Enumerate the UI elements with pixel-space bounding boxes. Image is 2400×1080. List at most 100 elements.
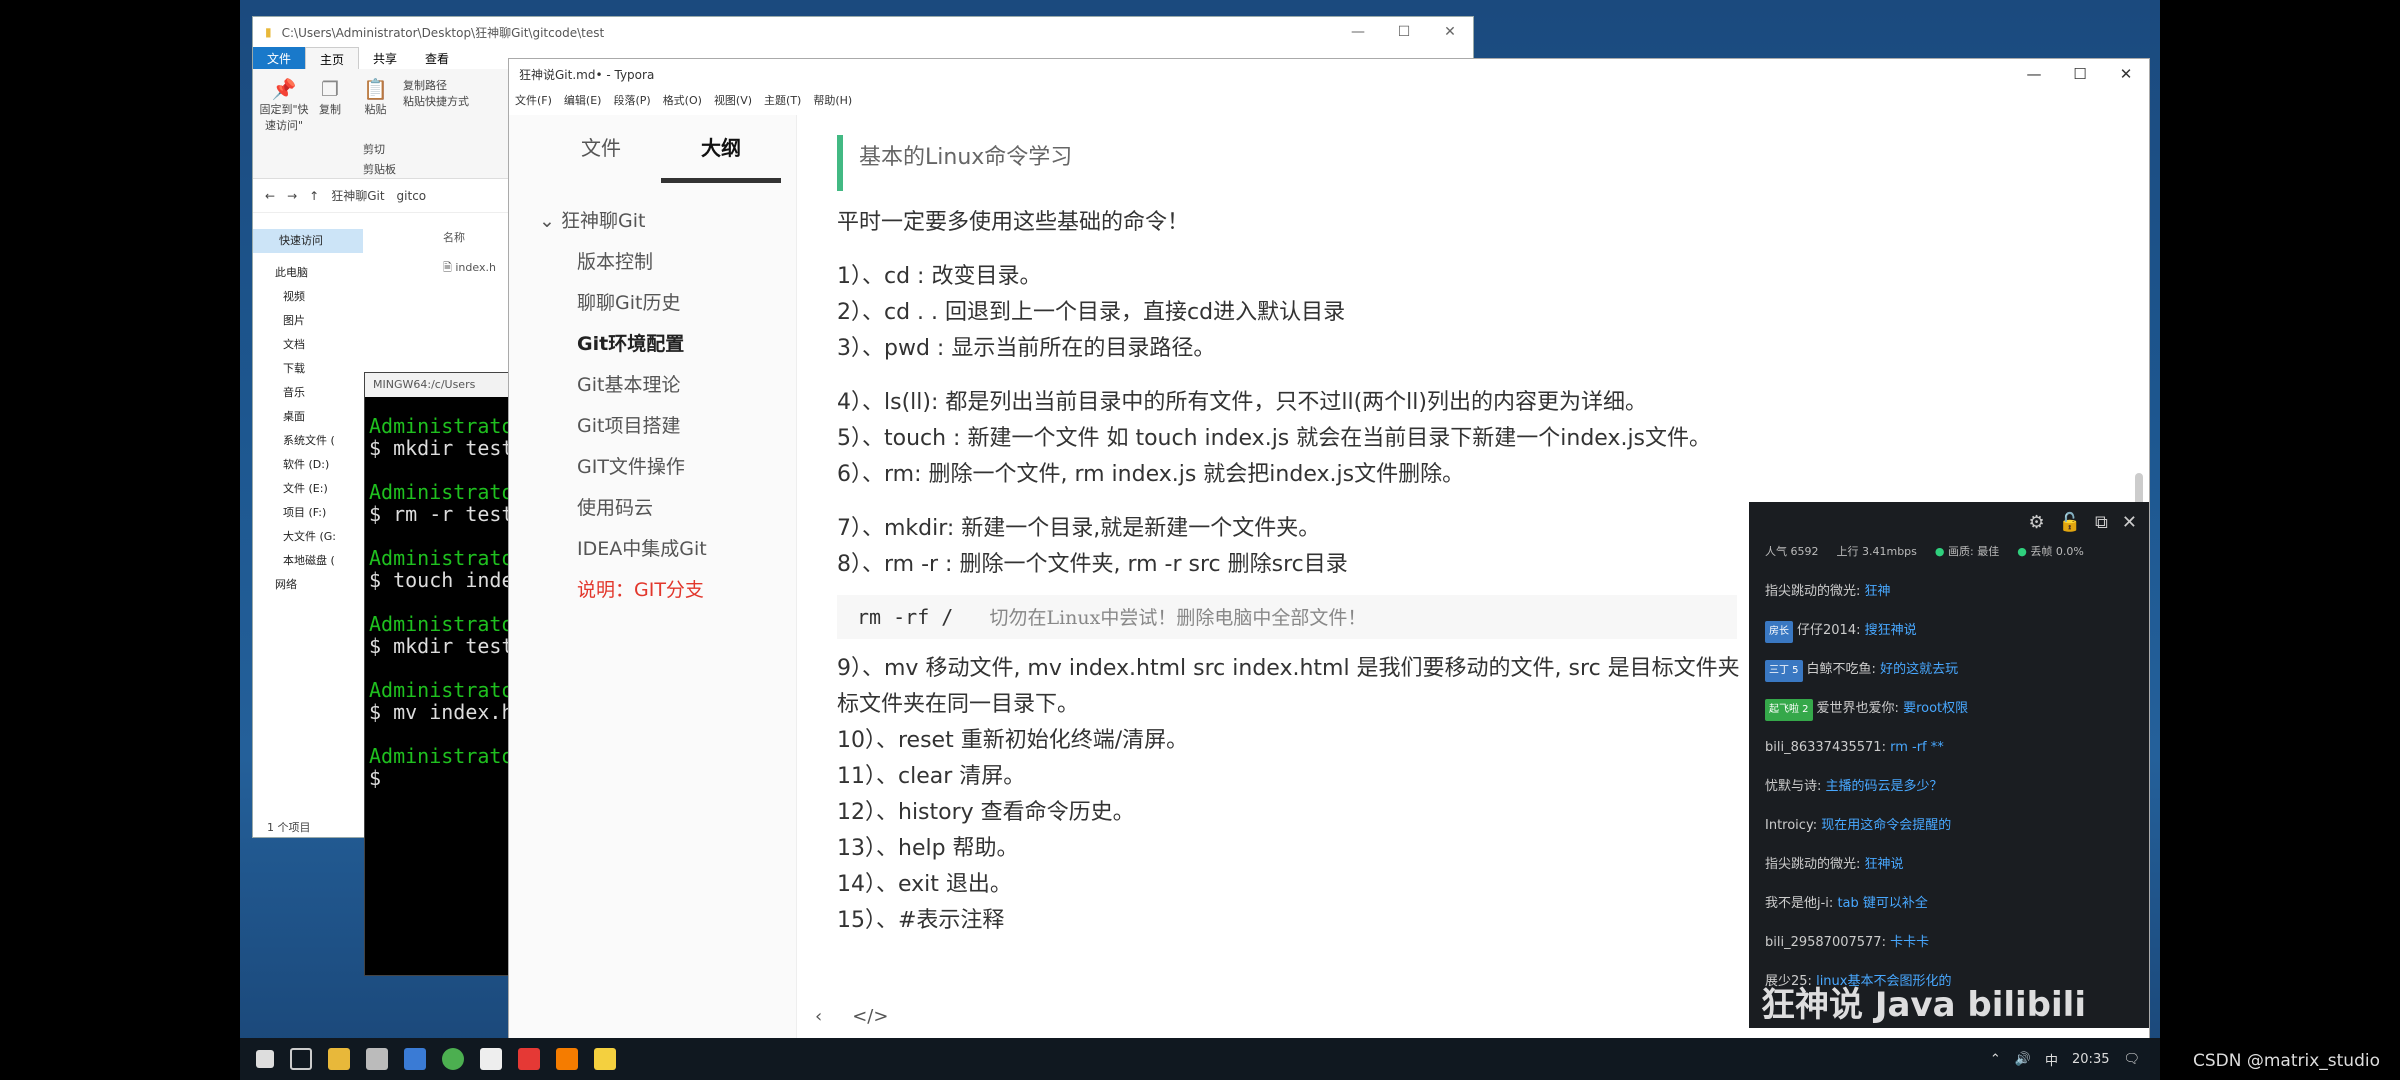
nav-quick-access[interactable]: 快速访问 <box>253 229 363 253</box>
copy-path-button[interactable]: 复制路径 <box>403 77 469 93</box>
task-view-icon[interactable] <box>290 1048 312 1070</box>
back-icon[interactable]: ← <box>265 189 275 203</box>
nav-item[interactable]: 视频 <box>253 285 363 309</box>
paste-button[interactable]: 📋 粘贴 <box>363 77 388 117</box>
nav-item[interactable]: 软件 (D:) <box>253 453 363 477</box>
menu-item[interactable]: 段落(P) <box>613 92 650 108</box>
volume-icon[interactable]: 🔊 <box>2015 1052 2031 1067</box>
outline-item[interactable]: GIT文件操作 <box>509 447 796 488</box>
popout-icon[interactable]: ⧉ <box>2095 512 2108 533</box>
command-group: 1）、cd : 改变目录。 2）、cd . . 回退到上一个目录，直接cd进入默认… <box>837 259 2149 367</box>
breadcrumb-item[interactable]: 狂神聊Git <box>331 187 384 204</box>
ribbon-tab-home[interactable]: 主页 <box>305 47 360 69</box>
nav-item[interactable]: 本地磁盘 ( <box>253 549 363 573</box>
fan-badge: 房长 <box>1765 621 1793 643</box>
chat-username[interactable]: Introicy: <box>1765 818 1817 833</box>
app-icon[interactable] <box>556 1048 578 1070</box>
ribbon-tab-view[interactable]: 查看 <box>411 47 463 69</box>
nav-item[interactable]: 图片 <box>253 309 363 333</box>
chat-username[interactable]: 指尖跳动的微光: <box>1765 857 1860 872</box>
outline-item[interactable]: 使用码云 <box>509 488 796 529</box>
chat-username[interactable]: 忧默与诗: <box>1765 779 1821 794</box>
pin-button[interactable]: 📌 固定到"快速访问" <box>259 77 309 133</box>
chat-username[interactable]: bili_86337435571: <box>1765 740 1886 755</box>
outline-root[interactable]: ⌄ 狂神聊Git <box>509 201 796 242</box>
source-mode-icon[interactable]: </> <box>852 1006 888 1027</box>
pin-label: 固定到"快速访问" <box>259 103 309 132</box>
chat-username[interactable]: bili_29587007577: <box>1765 935 1886 950</box>
outline-item[interactable]: IDEA中集成Git <box>509 529 796 570</box>
command-line: 6）、rm: 删除一个文件, rm index.js 就会把index.js文件… <box>837 462 1465 487</box>
nav-item[interactable]: 系统文件 ( <box>253 429 363 453</box>
tab-outline[interactable]: 大纲 <box>661 127 781 183</box>
toggle-sidebar-icon[interactable]: ‹ <box>815 1006 822 1027</box>
nav-item[interactable]: 文档 <box>253 333 363 357</box>
git-icon[interactable] <box>594 1048 616 1070</box>
windows-start-icon[interactable] <box>256 1050 274 1068</box>
ribbon-tab-share[interactable]: 共享 <box>359 47 411 69</box>
outline-root-label: 狂神聊Git <box>560 210 646 232</box>
clock[interactable]: 20:35 <box>2072 1052 2109 1067</box>
nav-item[interactable]: 音乐 <box>253 381 363 405</box>
minimize-button[interactable]: — <box>1335 24 1381 40</box>
menu-item[interactable]: 编辑(E) <box>564 92 602 108</box>
menu-item[interactable]: 帮助(H) <box>813 92 852 108</box>
outline-item[interactable]: 说明：GIT分支 <box>509 570 796 611</box>
nav-item[interactable]: 下载 <box>253 357 363 381</box>
column-header-name[interactable]: 名称 <box>443 229 496 245</box>
outline-item[interactable]: 聊聊Git历史 <box>509 283 796 324</box>
minimize-button[interactable]: — <box>2011 65 2057 83</box>
maximize-button[interactable]: ☐ <box>1381 24 1427 40</box>
chevron-down-icon: ⌄ <box>539 210 561 232</box>
ribbon-tab-file[interactable]: 文件 <box>253 47 306 69</box>
maximize-button[interactable]: ☐ <box>2057 65 2103 83</box>
typora-icon[interactable] <box>366 1048 388 1070</box>
nav-item[interactable]: 大文件 (G: <box>253 525 363 549</box>
up-icon[interactable]: ↑ <box>309 189 319 203</box>
close-icon[interactable]: ✕ <box>2122 512 2137 533</box>
chat-username[interactable]: 我不是他j-i: <box>1765 896 1833 911</box>
outline-item[interactable]: 版本控制 <box>509 242 796 283</box>
lock-icon[interactable]: 🔓 <box>2059 512 2081 533</box>
file-explorer-icon[interactable] <box>328 1048 350 1070</box>
nav-this-pc[interactable]: 此电脑 <box>253 261 363 285</box>
nav-network[interactable]: 网络 <box>253 573 363 597</box>
breadcrumb-item[interactable]: gitco <box>397 189 427 203</box>
copy-button[interactable]: ❐ 复制 <box>319 77 341 117</box>
chat-username[interactable]: 爱世界也爱你: <box>1817 701 1899 716</box>
chat-username[interactable]: 白鲸不吃鱼: <box>1807 662 1876 677</box>
gear-icon[interactable]: ⚙ <box>2028 512 2044 533</box>
outline-item[interactable]: Git基本理论 <box>509 365 796 406</box>
chat-username[interactable]: 仔仔2014: <box>1797 623 1860 638</box>
command-group: 4）、ls(ll): 都是列出当前目录中的所有文件，只不过ll(两个ll)列出的… <box>837 385 2149 493</box>
menu-item[interactable]: 视图(V) <box>714 92 752 108</box>
code-comment: 切勿在Linux中尝试！删除电脑中全部文件！ <box>989 607 1367 629</box>
nav-item[interactable]: 文件 (E:) <box>253 477 363 501</box>
nav-item[interactable]: 项目 (F:) <box>253 501 363 525</box>
app-icon[interactable] <box>404 1048 426 1070</box>
chat-username[interactable]: 指尖跳动的微光: <box>1765 584 1860 599</box>
chevron-up-icon[interactable]: ⌃ <box>1990 1052 2001 1067</box>
menu-item[interactable]: 文件(F) <box>515 92 552 108</box>
app-icon[interactable] <box>518 1048 540 1070</box>
section-heading: 基本的Linux命令学习 <box>837 135 2097 191</box>
menu-item[interactable]: 主题(T) <box>764 92 801 108</box>
menu-item[interactable]: 格式(O) <box>663 92 702 108</box>
chat-message: 指尖跳动的微光: 狂神 <box>1749 581 2149 620</box>
file-item[interactable]: 🗎 index.h <box>443 259 496 278</box>
outline-item[interactable]: Git项目搭建 <box>509 406 796 447</box>
forward-icon[interactable]: → <box>287 189 297 203</box>
app-icon[interactable] <box>442 1048 464 1070</box>
paste-shortcut-button[interactable]: 粘贴快捷方式 <box>403 93 469 109</box>
nav-item[interactable]: 桌面 <box>253 405 363 429</box>
notification-icon[interactable]: 🗨 <box>2123 1052 2140 1067</box>
outline-item[interactable]: Git环境配置 <box>509 324 796 365</box>
close-button[interactable]: ✕ <box>1427 24 1473 40</box>
tab-files[interactable]: 文件 <box>541 127 661 183</box>
app-icon[interactable] <box>480 1048 502 1070</box>
ime-indicator[interactable]: 中 <box>2045 1050 2058 1069</box>
close-button[interactable]: ✕ <box>2103 65 2149 83</box>
status-bar: 1 个项目 <box>267 821 311 834</box>
code-block[interactable]: rm -rf / 切勿在Linux中尝试！删除电脑中全部文件！ <box>837 595 1737 639</box>
cut-button[interactable]: 剪切 <box>363 141 385 157</box>
